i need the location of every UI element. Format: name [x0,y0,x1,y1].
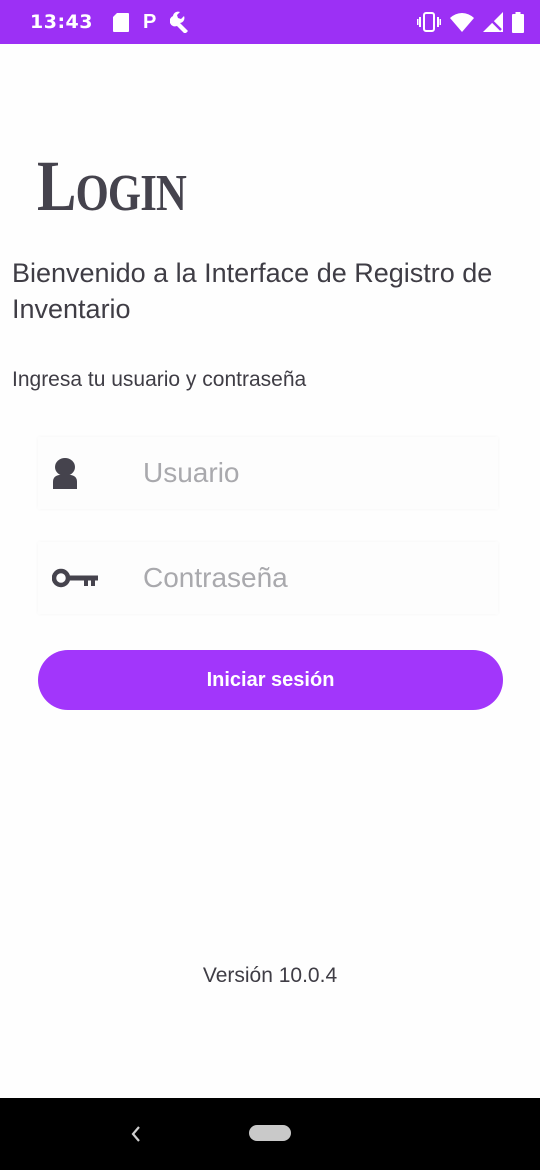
password-input[interactable] [143,562,483,594]
user-icon [38,457,143,489]
p-icon: P [142,10,157,33]
sd-card-icon [112,12,129,32]
status-time: 13:43 [30,11,93,33]
navigation-bar [0,1098,540,1170]
back-chevron-icon[interactable] [126,1122,146,1146]
instructions-text: Ingresa tu usuario y contraseña [12,368,307,391]
battery-icon [512,11,524,33]
no-signal-icon [483,12,503,32]
key-icon [38,568,143,588]
username-input[interactable] [143,457,483,489]
password-field[interactable] [38,542,498,614]
status-notification-icons: P [112,10,192,34]
wrench-icon [170,11,192,33]
welcome-text: Bienvenido a la Interface de Registro de… [12,258,493,324]
version-text: Versión 10.0.4 [202,964,338,987]
status-system-icons [417,11,524,33]
login-title: LOGIN [37,150,187,230]
home-pill-icon[interactable] [249,1125,291,1141]
login-title-rest: OGIN [75,165,187,222]
vibrate-icon [417,12,441,32]
wifi-icon [450,12,474,32]
username-field[interactable] [38,437,498,509]
login-title-initial: L [37,146,76,226]
status-bar: 13:43 P [0,0,540,44]
login-button[interactable]: Iniciar sesión [38,650,503,710]
